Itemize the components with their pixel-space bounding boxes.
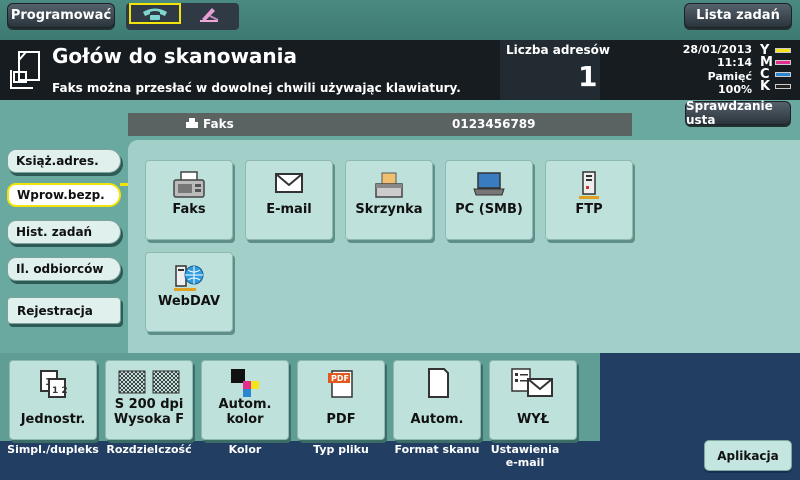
addr-count-value: 1 — [578, 60, 598, 93]
tab-job-history[interactable]: Hist. zadań — [7, 220, 121, 244]
fax-mode-button[interactable] — [129, 3, 181, 24]
resolution-value: S 200 dpi Wysoka F — [113, 397, 185, 427]
duplex-value: Jednostr. — [20, 412, 86, 427]
pdf-file-icon: PDF — [328, 370, 353, 398]
tab-direct-input[interactable]: Wprow.bezp. — [7, 183, 121, 207]
file-type-label: Typ pliku — [313, 443, 369, 456]
check-settings-button[interactable]: Sprawdzanie usta — [685, 99, 791, 127]
box-icon — [375, 172, 403, 198]
scan-size-setting-button[interactable]: Autom. — [393, 360, 481, 440]
registration-label: Rejestracja — [17, 303, 93, 318]
webdav-globe-icon — [174, 265, 204, 291]
fax-icon — [173, 171, 205, 198]
email-settings-icon — [511, 368, 553, 397]
tab-label: Wprow.bezp. — [17, 188, 105, 202]
file-type-setting-button[interactable]: PDF PDF — [297, 360, 385, 440]
email-settings-value: WYŁ — [516, 412, 550, 427]
dest-pc-smb-label: PC (SMB) — [455, 202, 523, 217]
dest-box-button[interactable]: Skrzynka — [345, 160, 433, 240]
duplex-label: Simpl./dupleks — [7, 443, 99, 456]
page-title: Gołów do skanowania — [52, 44, 298, 68]
file-type-value: PDF — [326, 412, 356, 427]
resolution-setting-button[interactable]: S 200 dpi Wysoka F — [105, 360, 193, 440]
envelope-icon — [275, 173, 303, 193]
laptop-icon — [473, 172, 505, 196]
fax-bar-label: Faks — [203, 117, 234, 131]
auto-color-icon — [231, 369, 259, 397]
email-settings-button[interactable]: WYŁ — [489, 360, 577, 440]
color-label: Kolor — [228, 443, 262, 456]
duplex-setting-button[interactable]: 1 1 2 Jednostr. — [9, 360, 97, 440]
resolution-label: Rozdzielczość — [106, 443, 192, 456]
program-button[interactable]: Programować — [7, 3, 115, 28]
dest-webdav-label: WebDAV — [157, 294, 221, 309]
document-icon — [9, 50, 43, 94]
memory-label: Pamięć — [707, 70, 752, 83]
page-size-icon — [428, 368, 449, 398]
fax-bar-number: 0123456789 — [452, 117, 536, 131]
memory-value: 100% — [718, 83, 752, 96]
tab-label: Hist. zadań — [16, 225, 93, 239]
addr-count-label: Liczba adresów — [506, 43, 610, 57]
dest-ftp-button[interactable]: FTP — [545, 160, 633, 240]
job-list-button[interactable]: Lista zadań — [684, 3, 792, 28]
time-text: 11:14 — [716, 56, 752, 69]
dest-ftp-label: FTP — [575, 202, 603, 217]
tab-address-book[interactable]: Książ.adres. — [7, 149, 121, 173]
toner-k-bar — [775, 84, 791, 89]
simplex-page-icon: 1 1 2 — [40, 370, 68, 398]
scanner-pen-icon — [200, 7, 219, 22]
tab-label: Książ.adres. — [16, 154, 99, 168]
header-message: Faks można przesłać w dowolnej chwili uż… — [52, 81, 461, 95]
dest-fax-label: Faks — [172, 202, 206, 217]
email-settings-label: Ustawienia e-mail — [490, 443, 560, 469]
scan-size-value: Autom. — [410, 412, 464, 427]
scan-size-label: Format skanu — [394, 443, 480, 456]
fax-small-icon — [185, 117, 199, 132]
color-setting-button[interactable]: Autom. kolor — [201, 360, 289, 440]
dest-pc-smb-button[interactable]: PC (SMB) — [445, 160, 533, 240]
dest-email-button[interactable]: E-mail — [245, 160, 333, 240]
toner-m-bar — [775, 60, 791, 65]
dest-email-label: E-mail — [266, 202, 312, 217]
toner-k-label: K — [760, 79, 771, 94]
dest-fax-button[interactable]: Faks — [145, 160, 233, 240]
svg-text:PDF: PDF — [331, 374, 349, 383]
active-tab-connector — [120, 183, 128, 186]
tab-recipients-count[interactable]: Il. odbiorców — [7, 257, 121, 281]
fax-destination-bar: Faks 0123456789 — [128, 113, 632, 136]
tab-label: Il. odbiorców — [16, 262, 104, 276]
resolution-grid-icon — [118, 370, 180, 394]
phone-icon — [143, 8, 167, 20]
toner-c-bar — [775, 72, 791, 77]
top-bar — [0, 0, 800, 40]
toner-y-bar — [775, 48, 791, 53]
server-icon — [579, 171, 599, 199]
date-text: 28/01/2013 — [682, 43, 752, 56]
registration-button[interactable]: Rejestracja — [7, 297, 121, 324]
dest-webdav-button[interactable]: WebDAV — [145, 252, 233, 332]
dest-box-label: Skrzynka — [355, 202, 423, 217]
svg-text:1 2: 1 2 — [52, 386, 68, 396]
color-value: Autom. kolor — [218, 397, 272, 427]
apply-button[interactable]: Aplikacja — [704, 440, 792, 471]
scan-mode-button[interactable] — [183, 3, 235, 24]
